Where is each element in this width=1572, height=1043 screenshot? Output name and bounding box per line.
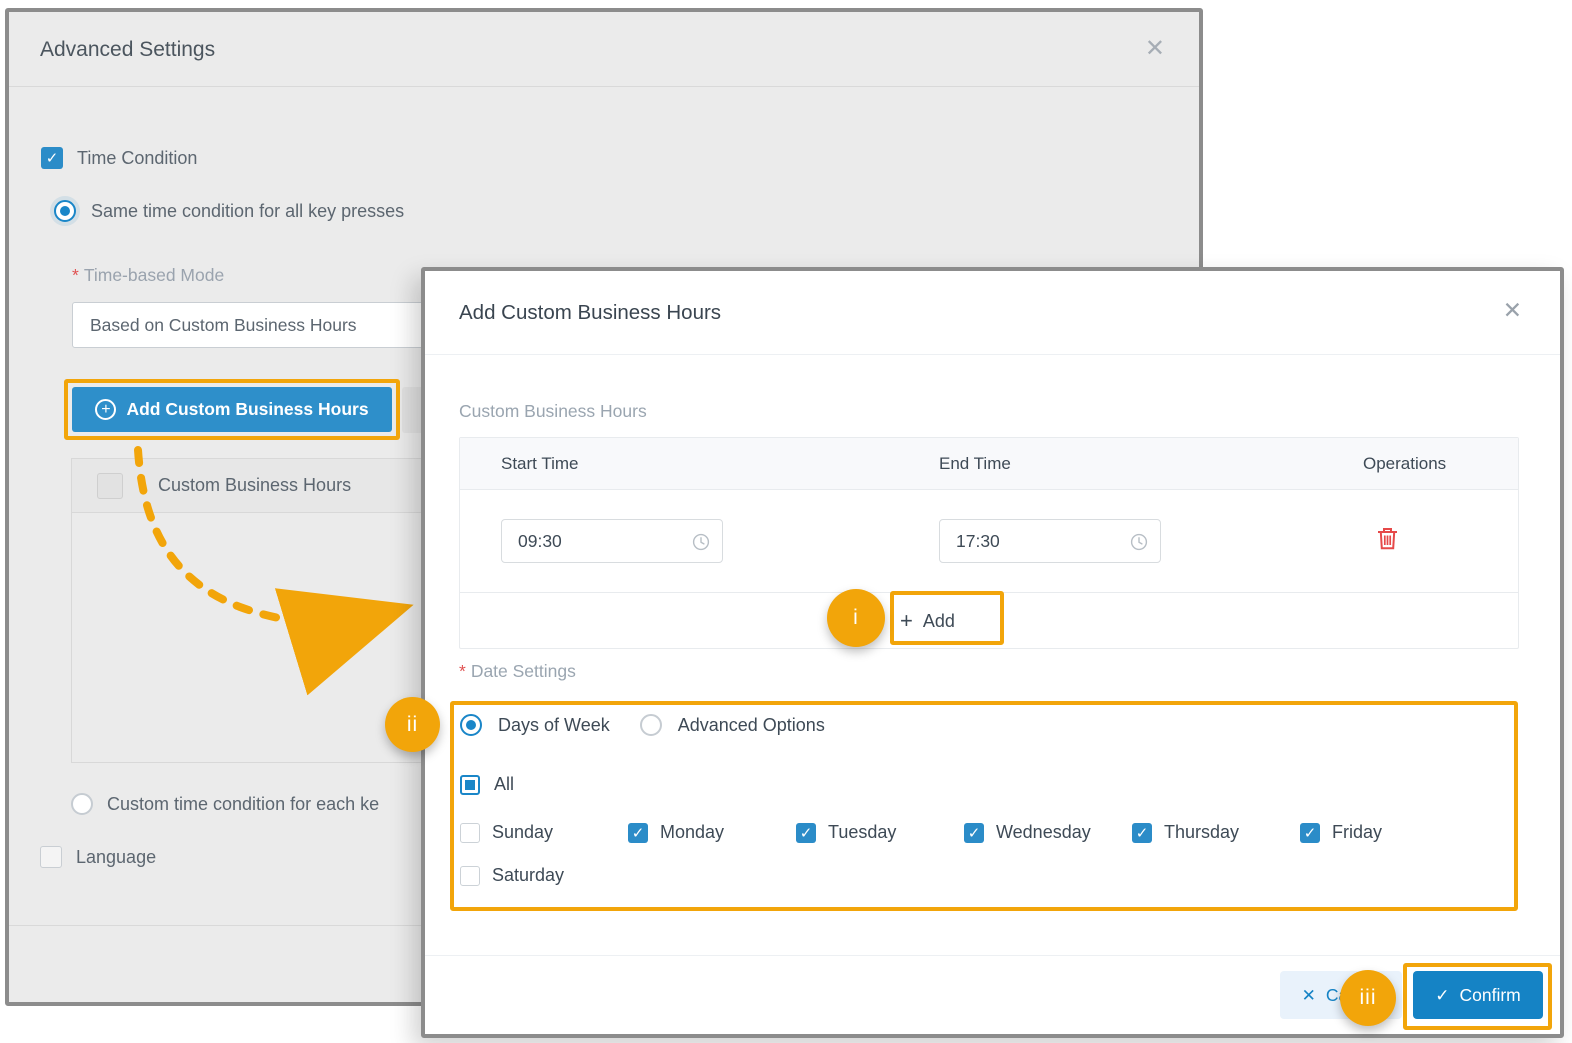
check-icon: ✓ [1435,987,1449,1004]
table-add-row: + Add [460,592,1518,648]
column-end-time: End Time [898,454,1322,474]
same-time-radio-row[interactable]: Same time condition for all key presses [54,200,404,222]
x-icon: ✕ [1302,987,1316,1004]
table-header-row: Start Time End Time Operations [460,438,1518,490]
checkbox-unchecked-icon[interactable] [460,866,480,886]
day-checkbox-monday[interactable]: Monday [628,822,796,843]
days-of-week-label: Days of Week [498,715,610,736]
dialog-title: Advanced Settings [40,12,215,88]
time-based-mode-value: Based on Custom Business Hours [90,315,357,336]
day-checkbox-tuesday[interactable]: Tuesday [796,822,964,843]
checkbox-checked-icon[interactable] [796,823,816,843]
advanced-options-label: Advanced Options [678,715,825,736]
clock-icon [1130,533,1148,551]
days-row-1: Sunday Monday Tuesday Wednesday Thursday… [460,822,1468,843]
cancel-label: Cancel [1326,985,1380,1006]
select-all-checkbox[interactable] [97,473,123,499]
close-icon[interactable]: ✕ [1503,297,1522,324]
checkbox-indeterminate-icon[interactable] [460,775,480,795]
day-checkbox-sunday[interactable]: Sunday [460,822,628,843]
header-divider [425,354,1560,355]
clock-icon [692,533,710,551]
header-divider [9,86,1199,87]
add-label: Add [923,611,955,632]
custom-time-radio-label: Custom time condition for each ke [107,794,379,815]
close-icon[interactable]: ✕ [1145,34,1165,63]
add-custom-business-hours-dialog: Add Custom Business Hours ✕ Custom Busin… [421,267,1564,1038]
time-based-mode-label: *Time-based Mode [72,265,224,286]
checkbox-checked-icon[interactable] [1132,823,1152,843]
end-time-input[interactable] [939,519,1161,563]
column-start-time: Start Time [460,454,898,474]
add-button-label: Add Custom Business Hours [126,399,368,420]
all-label: All [494,774,514,795]
start-time-value[interactable] [502,531,672,552]
cancel-button[interactable]: ✕ Cancel [1280,971,1402,1019]
footer-divider [425,955,1560,956]
radio-selected-icon[interactable] [54,200,76,222]
advanced-options-radio[interactable]: Advanced Options [640,714,825,736]
confirm-label: Confirm [1459,985,1520,1006]
language-checkbox-row[interactable]: Language [40,846,156,868]
days-row-2: Saturday [460,865,628,886]
end-time-value[interactable] [940,531,1110,552]
days-of-week-radio[interactable]: Days of Week [460,714,610,736]
day-checkbox-thursday[interactable]: Thursday [1132,822,1300,843]
dialog-title: Add Custom Business Hours [459,271,721,354]
checkbox-checked-icon[interactable] [1300,823,1320,843]
checkbox-checked-icon[interactable] [964,823,984,843]
table-header-label: Custom Business Hours [158,475,351,496]
time-condition-checkbox-row[interactable]: Time Condition [41,147,197,169]
required-asterisk: * [72,265,79,285]
column-operations: Operations [1322,454,1518,474]
radio-selected-icon[interactable] [460,714,482,736]
radio-unselected-icon[interactable] [640,714,662,736]
all-days-checkbox-row[interactable]: All [460,774,514,795]
delete-row-button[interactable] [1377,527,1398,553]
time-condition-label: Time Condition [77,148,197,169]
confirm-button[interactable]: ✓ Confirm [1413,971,1543,1019]
table-row [460,490,1518,592]
date-mode-radio-group: Days of Week Advanced Options [460,714,825,736]
radio-unselected-icon[interactable] [71,793,93,815]
day-checkbox-saturday[interactable]: Saturday [460,865,628,886]
add-time-range-button[interactable]: + Add [900,593,955,649]
start-time-input[interactable] [501,519,723,563]
day-checkbox-wednesday[interactable]: Wednesday [964,822,1132,843]
checkbox-checked-icon[interactable] [628,823,648,843]
same-time-radio-label: Same time condition for all key presses [91,201,404,222]
language-label: Language [76,847,156,868]
business-hours-table: Start Time End Time Operations [459,437,1519,649]
checkbox-unchecked-icon[interactable] [40,846,62,868]
required-asterisk: * [459,661,466,681]
checkbox-checked-icon[interactable] [41,147,63,169]
custom-time-radio-row[interactable]: Custom time condition for each ke [71,793,379,815]
add-custom-business-hours-button[interactable]: + Add Custom Business Hours [72,387,392,432]
plus-circle-icon: + [95,399,116,420]
date-settings-label: *Date Settings [459,661,576,682]
plus-icon: + [900,608,913,634]
trash-icon [1377,527,1398,550]
day-checkbox-friday[interactable]: Friday [1300,822,1468,843]
section-label: Custom Business Hours [459,401,647,422]
checkbox-unchecked-icon[interactable] [460,823,480,843]
